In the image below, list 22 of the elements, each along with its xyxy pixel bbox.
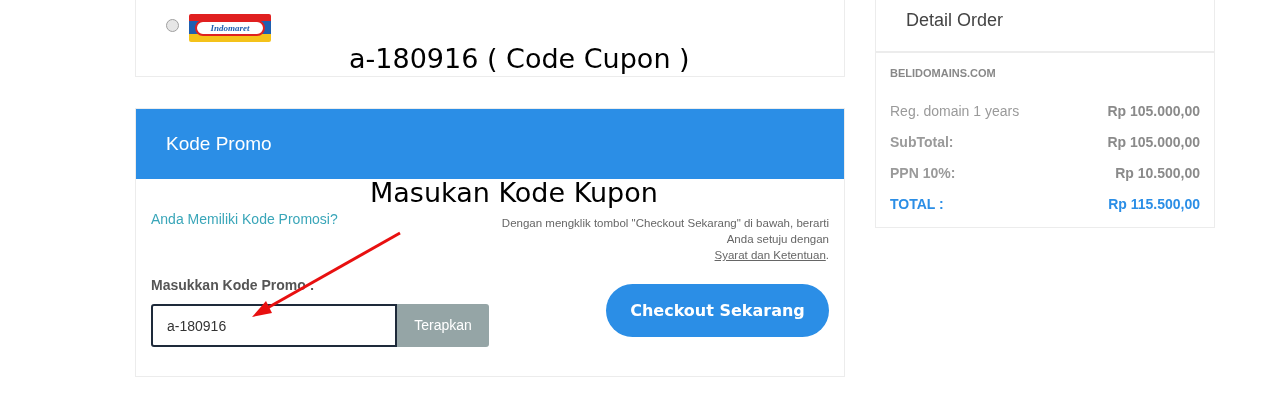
order-row-label: PPN 10%:: [890, 163, 956, 182]
order-title: Detail Order: [906, 9, 1004, 32]
apply-button[interactable]: Terapkan: [397, 304, 489, 347]
promo-code-field[interactable]: a-180916: [151, 304, 397, 347]
order-row-amount: Rp 115.500,00: [1108, 194, 1200, 213]
annotation-text: a-180916 ( Code Cupon ): [349, 42, 690, 76]
terms-period: .: [825, 249, 829, 261]
checkout-button[interactable]: Checkout Sekarang: [606, 284, 829, 337]
order-row-amount: Rp 105.000,00: [1107, 132, 1200, 151]
order-row-amount: Rp 105.000,00: [1107, 101, 1200, 120]
promo-header: Kode Promo: [136, 109, 844, 179]
terms-text: Dengan mengklik tombol "Checkout Sekarang" di bawah, berarti Anda setuju dengan: [500, 216, 829, 247]
promo-question-link[interactable]: Anda Memiliki Kode Promosi?: [151, 209, 489, 230]
annotation-text: Masukan Kode Kupon: [370, 176, 658, 210]
order-row-amount: Rp 10.500,00: [1115, 163, 1200, 182]
order-row-label: Reg. domain 1 years: [890, 101, 1020, 120]
store-logo: Indomaret: [189, 14, 271, 42]
radio-button[interactable]: [166, 19, 179, 32]
order-row-label: TOTAL :: [890, 194, 944, 213]
order-row-label: SubTotal:: [890, 132, 954, 151]
vendor-name: BELIDOMAINS.COM: [890, 66, 997, 81]
terms-link[interactable]: Syarat dan Ketentuan: [714, 249, 826, 261]
